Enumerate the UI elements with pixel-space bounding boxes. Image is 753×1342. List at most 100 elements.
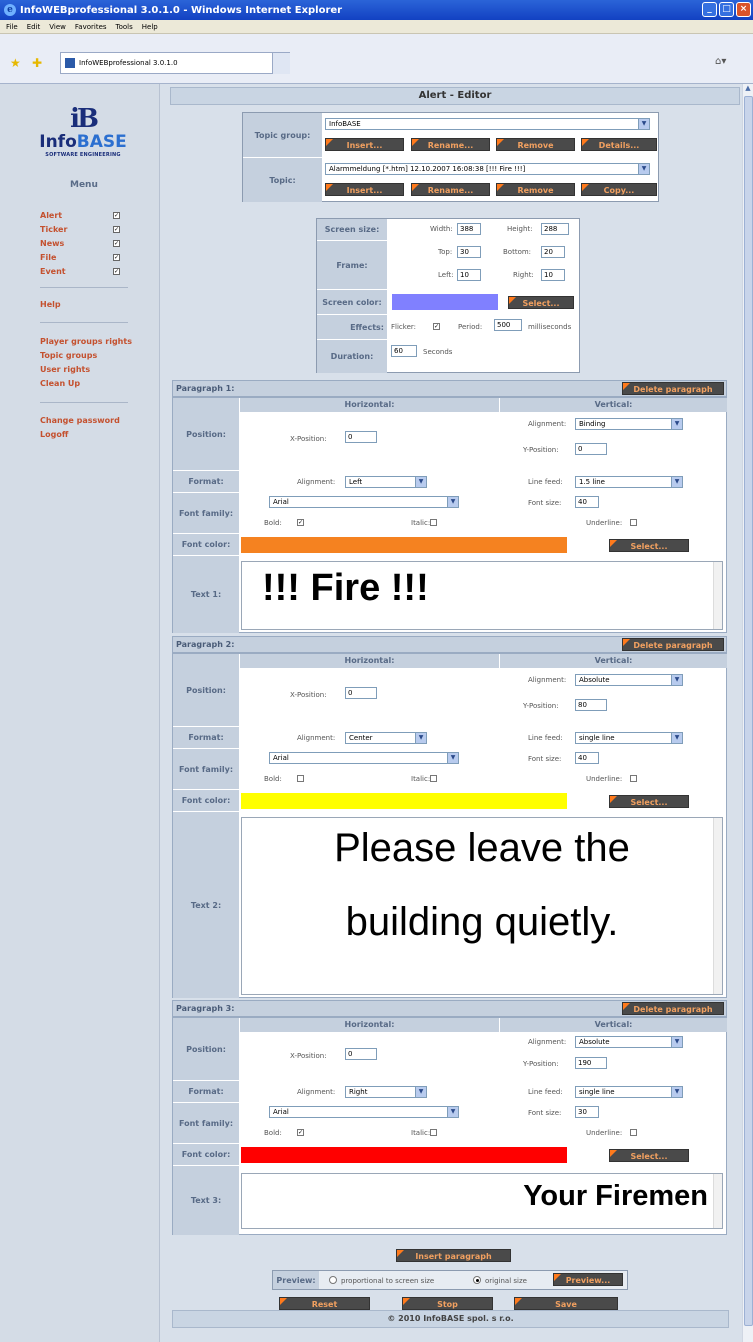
reset-button[interactable]: Reset <box>279 1297 370 1310</box>
stop-button[interactable]: Stop <box>402 1297 493 1310</box>
line-feed-select[interactable]: single line ▼ <box>575 1086 683 1098</box>
duration-input[interactable]: 60 <box>391 345 417 357</box>
text-1-area[interactable]: !!! Fire !!! <box>241 561 723 630</box>
delete-paragraph-3-button[interactable]: Delete paragraph <box>622 1002 724 1015</box>
y-position-input[interactable]: 0 <box>575 443 607 455</box>
y-position-input[interactable]: 190 <box>575 1057 607 1069</box>
preview-original-radio[interactable] <box>473 1276 481 1284</box>
home-icon[interactable]: ⌂▾ <box>715 56 726 67</box>
event-checkbox-icon[interactable]: ✓ <box>113 268 120 275</box>
font-family-select[interactable]: Arial ▼ <box>269 1106 459 1118</box>
top-input[interactable]: 30 <box>457 246 481 258</box>
right-input[interactable]: 10 <box>541 269 565 281</box>
text-3-scrollbar[interactable] <box>713 1174 722 1228</box>
italic-checkbox[interactable] <box>430 775 437 782</box>
v-alignment-select[interactable]: Absolute ▼ <box>575 1036 683 1048</box>
menu-favorites[interactable]: Favorites <box>75 23 107 31</box>
add-favorites-icon[interactable]: ✚ <box>32 56 42 70</box>
page-scrollbar[interactable]: ▲ <box>742 84 753 1342</box>
topic-remove-button[interactable]: Remove <box>496 183 575 196</box>
underline-checkbox[interactable] <box>630 775 637 782</box>
font-color-select-button[interactable]: Select... <box>609 795 689 808</box>
width-input[interactable]: 388 <box>457 223 481 235</box>
font-color-select-button[interactable]: Select... <box>609 539 689 552</box>
maximize-icon[interactable]: □ <box>719 2 734 17</box>
x-position-input[interactable]: 0 <box>345 1048 377 1060</box>
group-rename-button[interactable]: Rename... <box>411 138 490 151</box>
text-2-area[interactable]: Please leave the building quietly. <box>241 817 723 995</box>
insert-paragraph-button[interactable]: Insert paragraph <box>396 1249 511 1262</box>
underline-checkbox[interactable] <box>630 519 637 526</box>
screen-color-select-button[interactable]: Select... <box>508 296 574 309</box>
period-input[interactable]: 500 <box>494 319 522 331</box>
menu-tools[interactable]: Tools <box>116 23 133 31</box>
topic-rename-button[interactable]: Rename... <box>411 183 490 196</box>
sidebar-item-clean-up[interactable]: Clean Up <box>40 377 132 391</box>
minimize-icon[interactable]: _ <box>702 2 717 17</box>
sidebar-item-player-groups-rights[interactable]: Player groups rights <box>40 335 132 349</box>
group-details-button[interactable]: Details... <box>581 138 657 151</box>
new-tab-button[interactable] <box>272 53 290 74</box>
menu-help[interactable]: Help <box>142 23 158 31</box>
save-button[interactable]: Save <box>514 1297 618 1310</box>
menu-view[interactable]: View <box>49 23 66 31</box>
text-1-scrollbar[interactable] <box>713 562 722 629</box>
sidebar-item-logoff[interactable]: Logoff <box>40 428 120 442</box>
v-alignment-select[interactable]: Binding ▼ <box>575 418 683 430</box>
line-feed-select[interactable]: 1.5 line ▼ <box>575 476 683 488</box>
h-alignment-select[interactable]: Center ▼ <box>345 732 427 744</box>
italic-checkbox[interactable] <box>430 519 437 526</box>
font-family-select[interactable]: Arial ▼ <box>269 496 459 508</box>
text-2-scrollbar[interactable] <box>713 818 722 994</box>
text-3-area[interactable]: Your Firemen <box>241 1173 723 1229</box>
sidebar-item-news[interactable]: News ✓ <box>40 238 120 249</box>
bold-checkbox[interactable]: ✓ <box>297 519 304 526</box>
sidebar-item-user-rights[interactable]: User rights <box>40 363 132 377</box>
preview-button[interactable]: Preview... <box>553 1273 623 1286</box>
sidebar-item-change-password[interactable]: Change password <box>40 414 120 428</box>
preview-proportional-radio[interactable] <box>329 1276 337 1284</box>
news-checkbox-icon[interactable]: ✓ <box>113 240 120 247</box>
h-alignment-select[interactable]: Left ▼ <box>345 476 427 488</box>
group-insert-button[interactable]: Insert... <box>325 138 404 151</box>
sidebar-item-ticker[interactable]: Ticker ✓ <box>40 224 120 235</box>
underline-checkbox[interactable] <box>630 1129 637 1136</box>
v-alignment-select[interactable]: Absolute ▼ <box>575 674 683 686</box>
topic-group-select[interactable]: InfoBASE ▼ <box>325 118 650 130</box>
topic-select[interactable]: Alarmmeldung [*.htm] 12.10.2007 16:08:38… <box>325 163 650 175</box>
line-feed-select[interactable]: single line ▼ <box>575 732 683 744</box>
group-remove-button[interactable]: Remove <box>496 138 575 151</box>
file-checkbox-icon[interactable]: ✓ <box>113 254 120 261</box>
delete-paragraph-2-button[interactable]: Delete paragraph <box>622 638 724 651</box>
font-color-select-button[interactable]: Select... <box>609 1149 689 1162</box>
h-alignment-select[interactable]: Right ▼ <box>345 1086 427 1098</box>
sidebar-item-event[interactable]: Event ✓ <box>40 266 120 277</box>
sidebar-item-file[interactable]: File ✓ <box>40 252 120 263</box>
flicker-checkbox[interactable]: ✓ <box>433 323 440 330</box>
topic-copy-button[interactable]: Copy... <box>581 183 657 196</box>
browser-tab[interactable]: InfoWEBprofessional 3.0.1.0 <box>60 52 290 74</box>
font-size-input[interactable]: 30 <box>575 1106 599 1118</box>
font-family-select[interactable]: Arial ▼ <box>269 752 459 764</box>
delete-paragraph-1-button[interactable]: Delete paragraph <box>622 382 724 395</box>
font-size-input[interactable]: 40 <box>575 752 599 764</box>
font-size-input[interactable]: 40 <box>575 496 599 508</box>
scroll-up-icon[interactable]: ▲ <box>743 84 753 95</box>
menu-edit[interactable]: Edit <box>27 23 41 31</box>
scroll-thumb[interactable] <box>744 96 753 1326</box>
close-icon[interactable]: × <box>736 2 751 17</box>
italic-checkbox[interactable] <box>430 1129 437 1136</box>
sidebar-item-alert[interactable]: Alert ✓ <box>40 210 120 221</box>
bold-checkbox[interactable] <box>297 775 304 782</box>
ticker-checkbox-icon[interactable]: ✓ <box>113 226 120 233</box>
bold-checkbox[interactable]: ✓ <box>297 1129 304 1136</box>
alert-checkbox-icon[interactable]: ✓ <box>113 212 120 219</box>
menu-file[interactable]: File <box>6 23 18 31</box>
favorites-star-icon[interactable]: ★ <box>10 56 21 70</box>
x-position-input[interactable]: 0 <box>345 431 377 443</box>
y-position-input[interactable]: 80 <box>575 699 607 711</box>
bottom-input[interactable]: 20 <box>541 246 565 258</box>
sidebar-item-topic-groups[interactable]: Topic groups <box>40 349 132 363</box>
x-position-input[interactable]: 0 <box>345 687 377 699</box>
topic-insert-button[interactable]: Insert... <box>325 183 404 196</box>
